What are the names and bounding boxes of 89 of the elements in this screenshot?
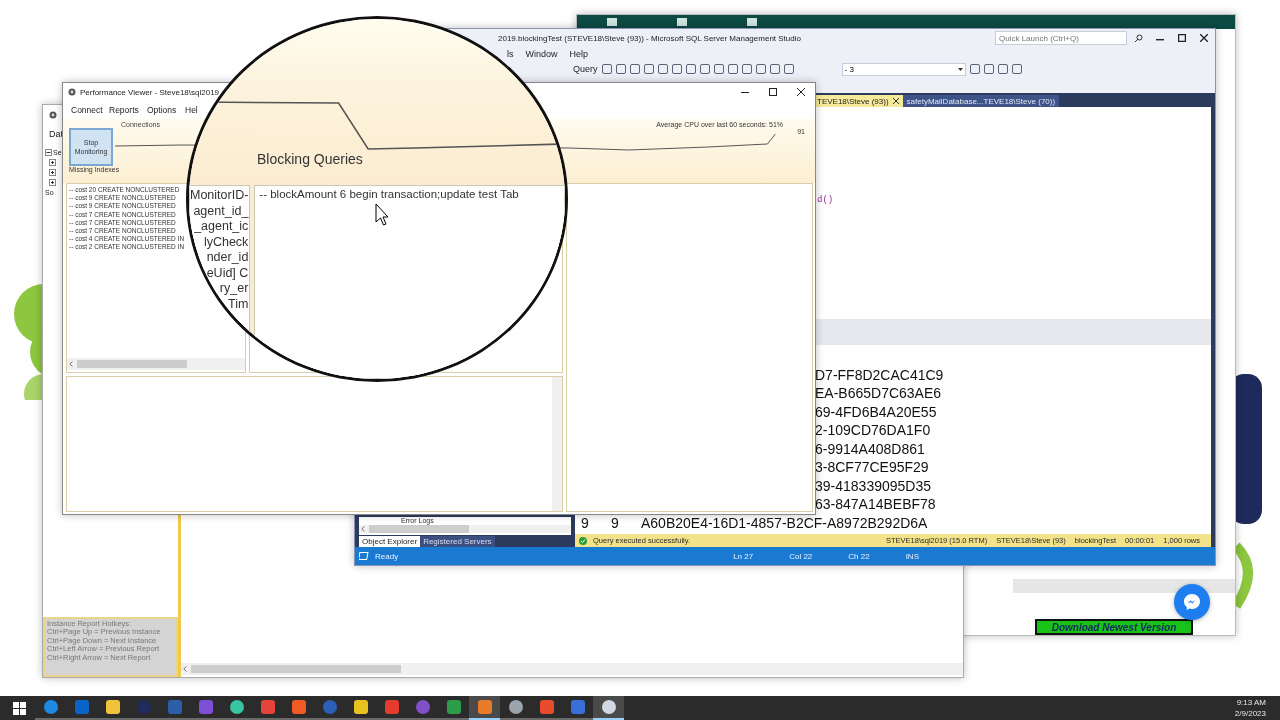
menu-item[interactable]: Reports	[109, 105, 147, 115]
toolbar-icon[interactable]	[699, 64, 710, 74]
code-fragment: _agent_ic	[194, 219, 249, 235]
toolbar-icon[interactable]	[615, 64, 626, 74]
scroll-left-icon[interactable]	[183, 666, 187, 672]
search-icon[interactable]	[1133, 33, 1143, 43]
window-title: 2019.blockingTest (STEVE18\Steve (93)) - Microsoft SQL Server Management Studio	[498, 33, 801, 43]
query-text: -- blockAmount 6 begin transaction;update test Tab	[259, 188, 519, 200]
close-icon[interactable]	[892, 98, 899, 104]
status-text: Ln 27	[733, 551, 754, 561]
check-icon	[579, 536, 587, 545]
code-fragment: lyCheck	[203, 234, 249, 250]
maximize-icon[interactable]	[1178, 34, 1186, 42]
database-combo[interactable]: - 3	[841, 62, 966, 76]
menu-item[interactable]: Window	[525, 49, 558, 59]
menu-item[interactable]: Dat	[49, 129, 63, 139]
expander-icon[interactable]	[49, 169, 56, 176]
status-text: Ready	[375, 551, 399, 561]
toolbar-icon[interactable]	[783, 64, 794, 74]
cursor-icon	[375, 203, 389, 227]
toolbar-icon[interactable]	[601, 64, 612, 74]
menu-item[interactable]: Help	[569, 49, 589, 59]
toolbar-icon[interactable]	[643, 64, 654, 74]
app-icon	[48, 110, 58, 120]
download-button[interactable]: Download Newest Version	[1035, 619, 1193, 635]
start-icon[interactable]	[13, 701, 26, 715]
grid-cell: A60B20E4-16D1-4857-B2CF-A8972B292D6A	[641, 515, 928, 531]
toolbar-icon[interactable]	[727, 64, 738, 74]
status-icon	[359, 552, 369, 560]
menu-item[interactable]: Hel	[185, 105, 198, 115]
toolbar-icon[interactable]	[1011, 64, 1022, 74]
status-text: INS	[905, 551, 919, 561]
caret-icon	[957, 67, 963, 71]
scrollbar[interactable]	[359, 525, 571, 533]
quick-launch-field[interactable]: Quick Launch (Ctrl+Q)	[995, 31, 1127, 45]
toolbar-icon[interactable]	[713, 64, 724, 74]
toolbar-icon[interactable]	[671, 64, 682, 74]
scrollbar[interactable]	[67, 358, 245, 370]
clock-date: 2/9/2023	[1234, 708, 1266, 719]
toolbar-icon[interactable]	[741, 64, 752, 74]
status-text: Col 22	[789, 551, 813, 561]
code-fragment: nder_id	[206, 250, 249, 266]
menu-item[interactable]: Connect	[71, 105, 109, 115]
grid-cell: 69-4FD6B4A20E55	[815, 404, 937, 420]
code-fragment: Tim	[227, 296, 249, 312]
close-icon[interactable]	[1200, 34, 1208, 42]
toolbar-icon[interactable]	[983, 64, 994, 74]
maximize-icon[interactable]	[769, 88, 777, 96]
grid-cell: EA-B665D7C63AE6	[815, 386, 942, 402]
grid-cell-text: 9	[581, 515, 590, 531]
grid-cell: 39-418339095D35	[815, 478, 931, 494]
grid-cell: 6-9914A408D861	[815, 441, 925, 457]
close-icon[interactable]	[797, 88, 805, 96]
document-tab[interactable]: TEVE18\Steve (93))	[813, 95, 903, 107]
code-fragment: agent_id_	[193, 203, 249, 219]
query-button[interactable]: Query	[573, 64, 598, 74]
scrollbar[interactable]	[181, 663, 963, 675]
expander-icon[interactable]	[49, 159, 56, 166]
status-text: Ch 22	[848, 551, 870, 561]
scroll-left-icon[interactable]	[69, 361, 73, 367]
scroll-left-icon[interactable]	[361, 526, 365, 532]
document-tab[interactable]: safetyMailDatabase...TEVE18\Steve (70))	[902, 95, 1060, 107]
toolbar-icon[interactable]	[685, 64, 696, 74]
grid-cell: 63-847A14BEBF78	[815, 497, 936, 513]
panel-tab[interactable]: Object Explorer	[359, 536, 421, 547]
code-text: d()	[817, 195, 834, 206]
expander-icon[interactable]	[49, 179, 56, 186]
toolbar-icon[interactable]	[629, 64, 640, 74]
panel-heading: Blocking Queries	[256, 151, 364, 167]
clock-time: 9:13 AM	[1236, 697, 1266, 708]
panel-tab[interactable]: Registered Servers	[420, 536, 495, 547]
menu-item[interactable]: ls	[507, 49, 514, 59]
code-fragment: ry_er	[219, 281, 249, 297]
code-fragment: MonitorID-	[190, 188, 249, 204]
toolbar-icon[interactable]	[969, 64, 980, 74]
grid-cell-text: 9	[611, 515, 620, 531]
toolbar-icon[interactable]	[769, 64, 780, 74]
toolbar-icon[interactable]	[755, 64, 766, 74]
toolbar-icon[interactable]	[997, 64, 1008, 74]
collapse-icon[interactable]	[45, 149, 52, 156]
window-title: Performance Viewer - Steve18\sql2019	[80, 87, 220, 97]
menu-item[interactable]: Options	[147, 105, 185, 115]
app-icon	[67, 87, 77, 97]
grid-cell: 3-8CF77CE95F29	[815, 460, 929, 476]
grid-cell: D7-FF8D2CAC41C9	[815, 367, 944, 383]
scrollbar[interactable]	[552, 377, 562, 511]
code-fragment: eUid] C	[206, 265, 249, 281]
toolbar-icon[interactable]	[657, 64, 668, 74]
grid-cell: 2-109CD76DA1F0	[815, 423, 931, 439]
